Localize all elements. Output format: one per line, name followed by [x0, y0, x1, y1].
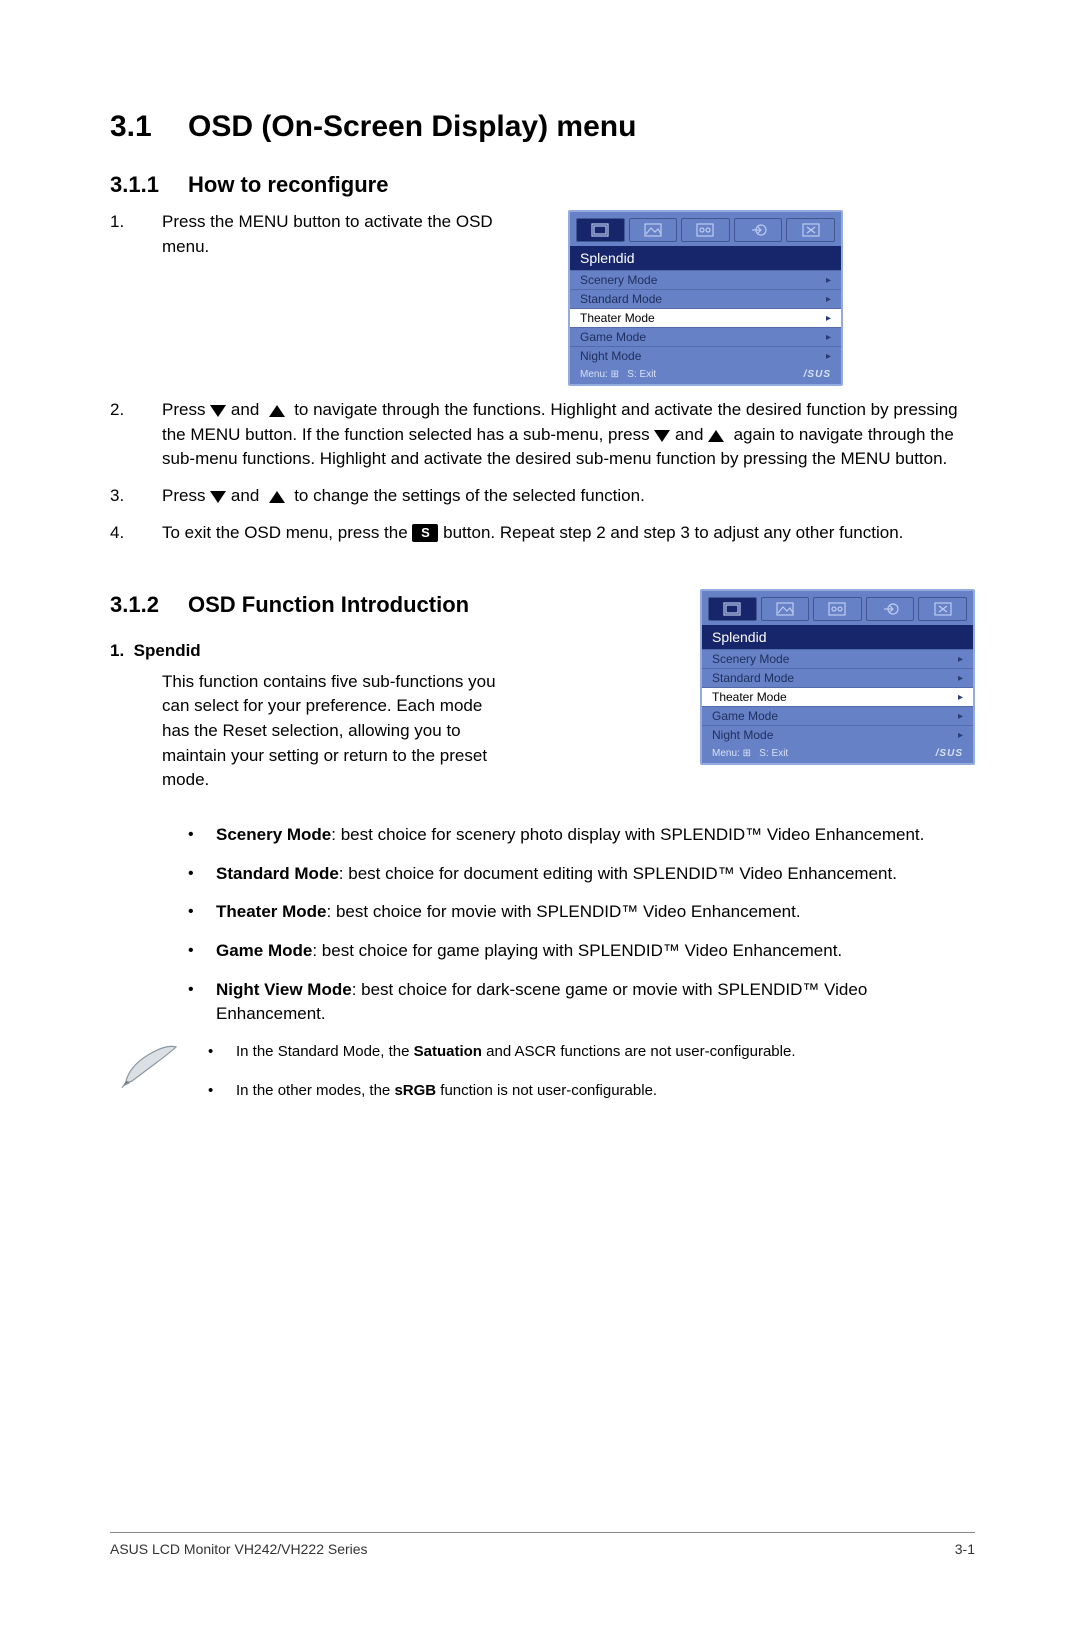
footer-left: ASUS LCD Monitor VH242/VH222 Series: [110, 1541, 368, 1557]
chevron-right-icon: ▸: [826, 294, 831, 305]
note-item: In the Standard Mode, the Satuation and …: [208, 1041, 795, 1062]
note-block: In the Standard Mode, the Satuation and …: [110, 1041, 975, 1119]
osd-item: Scenery Mode▸: [702, 649, 973, 668]
step-1: Press the MENU button to activate the OS…: [110, 210, 540, 259]
s-button-icon: S: [412, 524, 438, 542]
list-item: Night View Mode: best choice for dark-sc…: [188, 978, 975, 1027]
subsection-heading-2: 3.1.2OSD Function Introduction: [110, 589, 672, 621]
sub-title: How to reconfigure: [188, 172, 388, 197]
osd-item: Night Mode▸: [702, 725, 973, 744]
chevron-right-icon: ▸: [958, 654, 963, 665]
osd-item: Night Mode▸: [570, 346, 841, 365]
osd-tab-exit-icon: [918, 597, 967, 621]
list-item: Theater Mode: best choice for movie with…: [188, 900, 975, 925]
triangle-down-icon: [210, 491, 226, 503]
triangle-up-icon: [269, 491, 285, 503]
osd-tab-input-icon: [734, 218, 783, 242]
sub-title: OSD Function Introduction: [188, 592, 469, 617]
triangle-up-icon: [269, 405, 285, 417]
spendid-body: This function contains five sub-function…: [110, 670, 510, 793]
osd-footer: Menu: ⊞ S: Exit /SUS: [570, 365, 841, 384]
osd-item: Scenery Mode▸: [570, 270, 841, 289]
list-item: Game Mode: best choice for game playing …: [188, 939, 975, 964]
chevron-right-icon: ▸: [958, 730, 963, 741]
pen-icon: [120, 1041, 184, 1089]
osd-tab-bar: [702, 591, 973, 625]
chevron-right-icon: ▸: [826, 275, 831, 286]
step-4: To exit the OSD menu, press the S button…: [110, 521, 975, 546]
osd-item-selected: Theater Mode▸: [570, 308, 841, 327]
osd-title: Splendid: [570, 246, 841, 270]
subsection-heading-1: 3.1.1How to reconfigure: [110, 172, 975, 198]
osd-tab-input-icon: [866, 597, 915, 621]
step-3: Press and to change the settings of the …: [110, 484, 975, 509]
osd-tab-image-icon: [761, 597, 810, 621]
chevron-right-icon: ▸: [958, 711, 963, 722]
note-item: In the other modes, the sRGB function is…: [208, 1080, 795, 1101]
mode-list: Scenery Mode: best choice for scenery ph…: [110, 823, 975, 1027]
osd-tab-splendid-icon: [576, 218, 625, 242]
step-list-top: Press the MENU button to activate the OS…: [110, 210, 540, 271]
asus-logo: /SUS: [936, 748, 963, 759]
triangle-down-icon: [210, 405, 226, 417]
chevron-right-icon: ▸: [826, 332, 831, 343]
chevron-right-icon: ▸: [826, 351, 831, 362]
list-item: Scenery Mode: best choice for scenery ph…: [188, 823, 975, 848]
list-item: Standard Mode: best choice for document …: [188, 862, 975, 887]
section-heading: 3.1OSD (On-Screen Display) menu: [110, 110, 975, 144]
sub-number: 3.1.2: [110, 589, 188, 621]
osd-item-selected: Theater Mode▸: [702, 687, 973, 706]
osd-tab-image-icon: [629, 218, 678, 242]
osd-tab-exit-icon: [786, 218, 835, 242]
triangle-down-icon: [654, 430, 670, 442]
chevron-right-icon: ▸: [826, 313, 831, 324]
step-list-rest: Press and to navigate through the functi…: [110, 398, 975, 545]
osd-title: Splendid: [702, 625, 973, 649]
osd-tab-color-icon: [681, 218, 730, 242]
triangle-up-icon: [708, 430, 724, 442]
page-footer: ASUS LCD Monitor VH242/VH222 Series 3-1: [110, 1532, 975, 1557]
asus-logo: /SUS: [804, 369, 831, 380]
osd-tab-bar: [570, 212, 841, 246]
osd-footer: Menu: ⊞ S: Exit /SUS: [702, 744, 973, 763]
osd-item: Standard Mode▸: [702, 668, 973, 687]
chevron-right-icon: ▸: [958, 673, 963, 684]
section-title: OSD (On-Screen Display) menu: [188, 110, 636, 143]
osd-item: Game Mode▸: [702, 706, 973, 725]
sub-number: 3.1.1: [110, 172, 188, 198]
note-list: In the Standard Mode, the Satuation and …: [208, 1041, 795, 1119]
chevron-right-icon: ▸: [958, 692, 963, 703]
osd-tab-splendid-icon: [708, 597, 757, 621]
osd-item: Game Mode▸: [570, 327, 841, 346]
section-number: 3.1: [110, 110, 188, 144]
osd-item: Standard Mode▸: [570, 289, 841, 308]
osd-tab-color-icon: [813, 597, 862, 621]
osd-screenshot-2: Splendid Scenery Mode▸ Standard Mode▸ Th…: [700, 589, 975, 765]
subhead-spendid: 1. Spendid: [110, 639, 672, 664]
footer-right: 3-1: [955, 1541, 975, 1557]
step-2: Press and to navigate through the functi…: [110, 398, 975, 472]
osd-screenshot-1: Splendid Scenery Mode▸ Standard Mode▸ Th…: [568, 210, 843, 386]
